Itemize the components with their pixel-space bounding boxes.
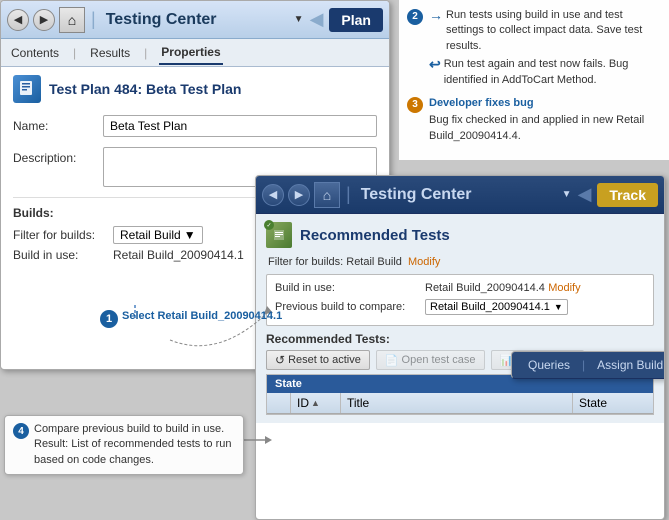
col-state[interactable]: State [573, 393, 653, 413]
step4-annotation: 4 Compare previous build to build in use… [4, 415, 244, 475]
build-in-use-form-row: Build in use: Retail Build_20090414.4 Mo… [275, 281, 645, 295]
step1-text[interactable]: Select Retail Build_20090414.1 [122, 310, 282, 322]
step1-num: 1 [100, 310, 118, 328]
filter-bar-text: Filter for builds: Retail Build [268, 256, 402, 268]
description-label: Description: [13, 147, 103, 165]
forward-button[interactable]: ▶ [33, 9, 55, 31]
prev-build-dropdown-arrow: ▼ [554, 302, 563, 312]
tab-results[interactable]: Results [88, 42, 132, 64]
step3-num: 3 [407, 97, 423, 113]
prev-build-select[interactable]: Retail Build_20090414.1 ▼ [425, 299, 568, 315]
left-app-title: Testing Center [106, 11, 290, 29]
step4-num: 4 [13, 423, 29, 439]
build-in-use-label: Build in use: [13, 248, 113, 262]
back-button[interactable]: ◀ [7, 9, 29, 31]
right-tabs: Queries | Assign Build | Recommended Tes… [511, 351, 665, 379]
right-panel: ◀ ▶ ⌂ | Testing Center ▼ ◀ Track Queries… [255, 175, 665, 520]
plan-icon [13, 75, 41, 103]
right-dropdown-arrow[interactable]: ▼ [562, 189, 572, 200]
step3-title: Developer fixes bug [429, 96, 661, 111]
step2-num: 2 [407, 9, 423, 25]
tab-contents[interactable]: Contents [9, 42, 61, 64]
right-toolbar: ◀ ▶ ⌂ | Testing Center ▼ ◀ Track [256, 176, 664, 214]
left-toolbar: ◀ ▶ ⌂ | Testing Center ▼ ◀ Plan [1, 1, 389, 39]
name-row: Name: [13, 115, 377, 137]
col-title[interactable]: Title [341, 393, 573, 413]
prev-build-form-row: Previous build to compare: Retail Build_… [275, 299, 645, 315]
results-table: State ID ▲ Title State [266, 374, 654, 415]
id-sort-arrow: ▲ [311, 398, 320, 408]
tab-assign-build[interactable]: Assign Build [589, 354, 665, 376]
home-button[interactable]: ⌂ [59, 7, 85, 33]
reset-active-button[interactable]: ↺ Reset to active [266, 350, 370, 370]
step4-text: Compare previous build to build in use.R… [34, 422, 235, 468]
right-build-in-use-value: Retail Build_20090414.4 [425, 282, 545, 294]
plan-header: Test Plan 484: Beta Test Plan [13, 75, 377, 103]
filter-dropdown[interactable]: Retail Build ▼ [113, 226, 203, 244]
right-content: ✓ Recommended Tests Filter for builds: R… [256, 214, 664, 423]
tab-properties[interactable]: Properties [159, 41, 222, 65]
annotation-panel: 2 → Run tests using build in use and tes… [399, 0, 669, 160]
filter-modify-link[interactable]: Modify [408, 256, 440, 268]
col-id[interactable]: ID ▲ [291, 393, 341, 413]
filter-value: Retail Build [120, 228, 181, 242]
left-tabs: Contents | Results | Properties [1, 39, 389, 67]
prev-build-label: Previous build to compare: [275, 301, 425, 313]
name-input[interactable] [103, 115, 377, 137]
prev-build-value: Retail Build_20090414.1 [430, 301, 550, 313]
right-back-button[interactable]: ◀ [262, 184, 284, 206]
step3-text: Bug fix checked in and applied in new Re… [429, 113, 661, 144]
step2-line1: Run tests using build in use and test se… [446, 8, 661, 54]
open-icon: 📄 [385, 354, 399, 367]
step3-annotation: 3 Developer fixes bug Bug fix checked in… [407, 96, 661, 144]
plan-title: Test Plan 484: Beta Test Plan [49, 81, 241, 97]
left-dropdown-arrow[interactable]: ▼ [294, 14, 304, 25]
build-in-use-value: Retail Build_20090414.1 [113, 248, 244, 262]
step2-line2: Run test again and test now fails. Bug i… [444, 57, 661, 88]
name-label: Name: [13, 115, 103, 133]
col-check [267, 393, 291, 413]
rec-tests-label: Recommended Tests: [266, 332, 654, 346]
filter-label: Filter for builds: [13, 228, 113, 242]
right-app-title: Testing Center [361, 186, 558, 204]
track-badge: Track [597, 183, 658, 207]
plan-badge: Plan [329, 8, 383, 32]
filter-bar: Filter for builds: Retail Build Modify [266, 256, 654, 268]
step1-annotation: 1 Select Retail Build_20090414.1 [100, 310, 282, 328]
reset-icon: ↺ [275, 353, 285, 367]
build-form: Build in use: Retail Build_20090414.4 Mo… [266, 274, 654, 326]
filter-dropdown-arrow: ▼ [184, 228, 196, 242]
rec-header: ✓ Recommended Tests [266, 222, 654, 248]
right-forward-button[interactable]: ▶ [288, 184, 310, 206]
open-test-case-button[interactable]: 📄 Open test case [376, 350, 485, 370]
right-build-in-use-modify[interactable]: Modify [548, 282, 580, 294]
right-home-button[interactable]: ⌂ [314, 182, 340, 208]
right-build-in-use-label: Build in use: [275, 282, 425, 294]
step2-annotation: 2 → Run tests using build in use and tes… [407, 8, 661, 88]
tab-queries[interactable]: Queries [520, 354, 578, 376]
rec-title: Recommended Tests [300, 227, 450, 244]
table-header: ID ▲ Title State [267, 393, 653, 414]
